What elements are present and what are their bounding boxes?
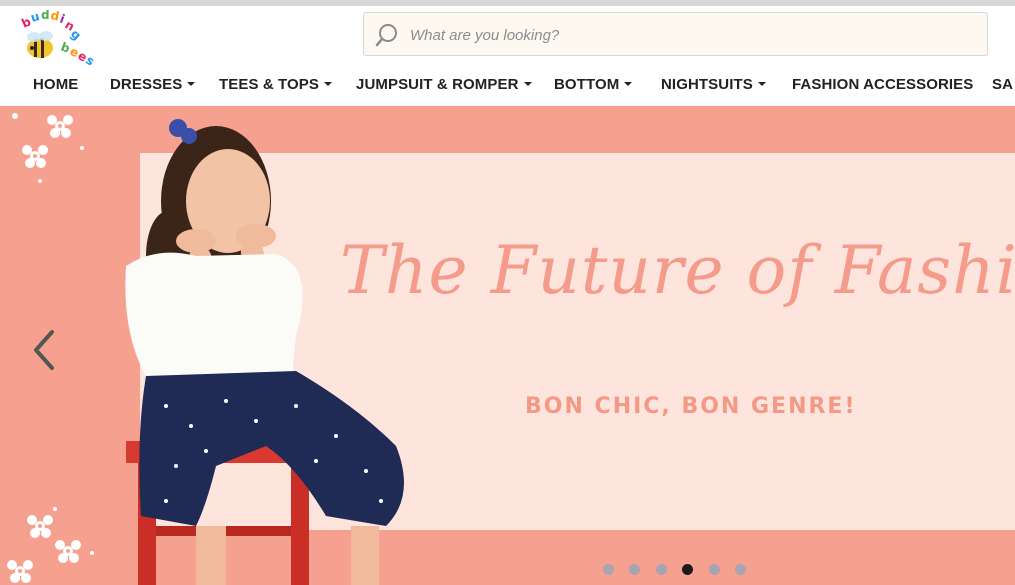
banner-model-image [125,119,405,585]
caret-down-icon [624,82,633,86]
flower-decoration-icon [12,113,84,183]
browser-top-strip [0,0,1015,6]
nav-item-label: FASHION ACCESSORIES [792,76,974,93]
nav-item-dresses[interactable]: DRESSES [110,76,196,93]
nav-item-label: NIGHTSUITS [661,76,753,93]
banner-tagline: BON CHIC, BON GENRE! [525,394,857,419]
nav-item-label: BOTTOM [554,76,620,93]
nav-item-label: JUMPSUIT & ROMPER [356,76,519,93]
nav-item-label: DRESSES [110,76,183,93]
bee-logo-icon: b u d d i n g b e e s [19,8,97,69]
nav-item-fashion-accessories[interactable]: FASHION ACCESSORIES [792,76,973,93]
hero-carousel[interactable]: The Future of Fashion BON CHIC, BON GENR… [0,106,1015,585]
carousel-dot-2[interactable] [629,564,640,575]
site-logo[interactable]: b u d d i n g b e e s [10,8,110,69]
svg-text:d: d [41,10,50,22]
nav-item-jumpsuit-romper[interactable]: JUMPSUIT & ROMPER [356,76,532,93]
caret-down-icon [187,82,196,86]
search-bar[interactable] [363,12,988,57]
carousel-dot-5[interactable] [709,564,720,575]
nav-item-sale[interactable]: SA [992,76,1013,93]
banner-headline: The Future of Fashion [340,232,1015,309]
carousel-dot-4[interactable] [682,564,693,575]
carousel-dot-1[interactable] [603,564,614,575]
nav-item-nightsuits[interactable]: NIGHTSUITS [661,76,766,93]
nav-item-label: HOME [33,76,79,93]
search-input[interactable] [408,13,982,57]
caret-down-icon [523,82,532,86]
nav-item-label: TEES & TOPS [219,76,320,93]
nav-item-bottom[interactable]: BOTTOM [554,76,633,93]
nav-item-label: SA [992,76,1014,93]
nav-item-tees-tops[interactable]: TEES & TOPS [219,76,333,93]
caret-down-icon [324,82,333,86]
carousel-dot-3[interactable] [656,564,667,575]
caret-down-icon [757,82,766,86]
main-nav: HOME DRESSES TEES & TOPS JUMPSUIT & ROMP… [0,66,1015,106]
carousel-prev-chevron-icon[interactable] [28,326,64,374]
nav-item-home[interactable]: HOME [33,76,78,93]
flower-decoration-icon [7,507,94,583]
search-icon[interactable] [374,22,400,48]
carousel-dot-6[interactable] [735,564,746,575]
